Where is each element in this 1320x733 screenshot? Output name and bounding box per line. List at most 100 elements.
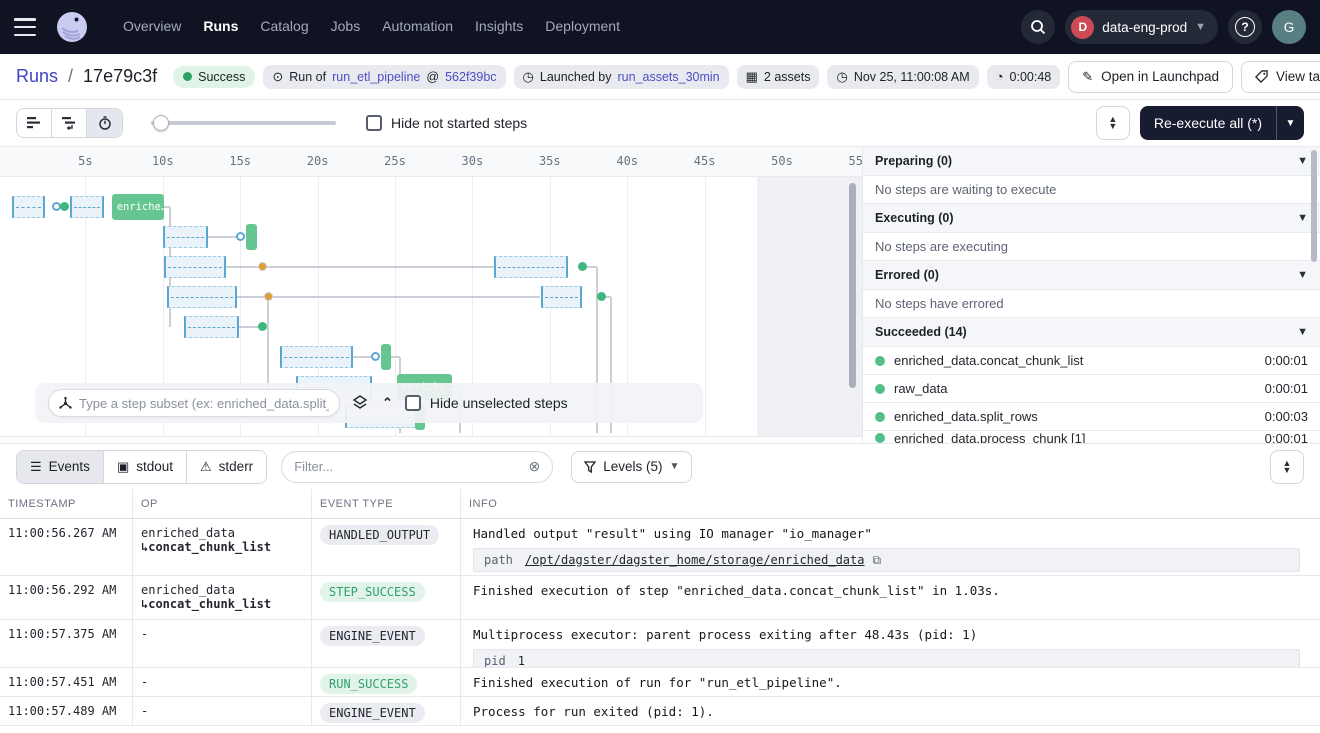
hamburger-menu-icon[interactable] (14, 17, 40, 37)
step-duration: 0:00:03 (1265, 409, 1308, 424)
hide-not-started-checkbox[interactable] (366, 115, 382, 131)
tag-link[interactable]: run_assets_30min (617, 70, 719, 84)
chevron-down-icon: ▼ (1195, 21, 1206, 33)
flat-view-button[interactable] (17, 109, 52, 137)
re-execute-dropdown-caret[interactable]: ▼ (1276, 106, 1304, 140)
tag-link[interactable]: run_etl_pipeline (332, 70, 420, 84)
event-type-cell: HANDLED_OUTPUT (312, 519, 461, 575)
gantt-view-mode-group (16, 108, 123, 138)
dashed-line (74, 207, 100, 208)
metadata-entry: pid1 (473, 649, 1300, 667)
nav-item-catalog[interactable]: Catalog (260, 18, 308, 34)
step-row[interactable]: enriched_data.split_rows0:00:03 (863, 403, 1320, 431)
collapse-overlay-chevron-icon[interactable]: ⌃ (382, 395, 393, 411)
chevron-down-icon: ▼ (1297, 269, 1308, 281)
step-row[interactable]: enriched_data.process_chunk [1]0:00:01 (863, 431, 1320, 443)
list-icon: ☰ (30, 459, 42, 475)
step-row[interactable]: enriched_data.concat_chunk_list0:00:01 (863, 347, 1320, 375)
tab-stdout[interactable]: ▣ stdout (104, 451, 187, 483)
step-bar[interactable] (381, 344, 391, 370)
workspace-switcher[interactable]: D data-eng-prod ▼ (1065, 10, 1218, 44)
run-tag: ⊙Run of run_etl_pipeline @ 562f39bc (263, 65, 505, 89)
success-marker-dot (578, 262, 587, 271)
chevron-down-icon: ▼ (669, 461, 679, 472)
expand-collapse-log-button[interactable]: ▲▼ (1270, 450, 1304, 484)
nav-item-jobs[interactable]: Jobs (331, 18, 361, 34)
copy-icon[interactable]: ⧉ (872, 553, 881, 568)
tab-Events[interactable]: ☰Events (17, 451, 104, 483)
timed-view-button[interactable] (87, 109, 122, 137)
open-in-launchpad-button[interactable]: ✎ Open in Launchpad (1068, 61, 1233, 93)
terminal-icon: ▣ (117, 459, 129, 475)
dependency-connector (262, 266, 494, 268)
tag-text: Nov 25, 11:00:08 AM (854, 70, 970, 84)
pending-step-box[interactable] (167, 286, 237, 308)
user-avatar[interactable]: G (1272, 10, 1306, 44)
step-row[interactable]: raw_data0:00:01 (863, 375, 1320, 403)
breadcrumb-runs-link[interactable]: Runs (16, 66, 58, 87)
run-tag: ◷Launched by run_assets_30min (514, 65, 729, 89)
pending-step-box[interactable] (184, 316, 238, 338)
pending-step-box[interactable] (12, 196, 45, 218)
tag-link[interactable]: 562f39bc (445, 70, 496, 84)
steps-panel-scrollbar[interactable] (1311, 150, 1317, 262)
event-message: Multiprocess executor: parent process ex… (473, 627, 1320, 642)
hide-unselected-checkbox[interactable] (405, 395, 421, 411)
pending-step-box[interactable] (164, 256, 226, 278)
clear-filter-icon[interactable]: ⊗ (528, 458, 540, 475)
gantt-scrollbar[interactable] (849, 183, 856, 388)
dagster-logo-icon[interactable] (56, 11, 88, 43)
nav-item-overview[interactable]: Overview (123, 18, 181, 34)
nav-item-insights[interactable]: Insights (475, 18, 523, 34)
step-section-header[interactable]: Errored (0)▼ (863, 261, 1320, 290)
step-section-header[interactable]: Preparing (0)▼ (863, 147, 1320, 176)
step-section-header[interactable]: Succeeded (14)▼ (863, 318, 1320, 347)
tag-icon (1255, 70, 1268, 83)
help-icon[interactable]: ? (1228, 10, 1262, 44)
nav-item-deployment[interactable]: Deployment (545, 18, 620, 34)
metadata-key: path (474, 553, 525, 567)
step-subset-input[interactable]: Type a step subset (ex: enriched_data.sp… (48, 389, 340, 417)
column-header: EVENT TYPE (312, 489, 461, 518)
pending-step-box[interactable] (70, 196, 104, 218)
step-section-header[interactable]: Executing (0)▼ (863, 204, 1320, 233)
success-dot-icon (183, 72, 192, 81)
pending-step-box[interactable] (494, 256, 568, 278)
metadata-path-link[interactable]: /opt/dagster/dagster_home/storage/enrich… (525, 553, 865, 567)
re-execute-button[interactable]: Re-execute all (*) ▼ (1140, 106, 1304, 140)
step-bar[interactable]: enriche… (112, 194, 165, 220)
graph-layers-icon[interactable] (352, 395, 368, 411)
event-type-badge: ENGINE_EVENT (320, 703, 425, 723)
op-subname: ↳concat_chunk_list (141, 597, 303, 611)
success-marker-dot (258, 322, 267, 331)
pending-step-box[interactable] (541, 286, 583, 308)
slider-knob[interactable] (153, 115, 169, 131)
funnel-icon (584, 461, 596, 473)
nav-item-automation[interactable]: Automation (382, 18, 453, 34)
pending-step-box[interactable] (163, 226, 208, 248)
filter-placeholder: Filter... (294, 459, 333, 474)
step-duration: 0:00:01 (1265, 431, 1308, 443)
tab-label: stdout (136, 459, 173, 474)
expand-collapse-panel-button[interactable]: ▲▼ (1096, 106, 1130, 140)
view-tags-config-button[interactable]: View tags and config (1241, 61, 1320, 93)
gantt-zoom-slider[interactable] (151, 115, 336, 131)
levels-dropdown-button[interactable]: Levels (5) ▼ (571, 451, 692, 483)
step-bar[interactable] (246, 224, 257, 250)
tab-stderr[interactable]: ⚠stderr (187, 451, 266, 483)
event-op: - (133, 668, 312, 696)
skipped-marker-dot (264, 292, 273, 301)
log-filter-input[interactable]: Filter... ⊗ (281, 451, 553, 483)
section-empty-message: No steps are executing (863, 233, 1320, 261)
hide-not-started-label: Hide not started steps (391, 115, 527, 131)
dependency-connector (208, 236, 240, 238)
pending-step-box[interactable] (280, 346, 353, 368)
run-id: 17e79c3f (83, 66, 157, 87)
success-dot-icon (875, 433, 885, 443)
op-name: - (141, 704, 303, 718)
waterfall-view-button[interactable] (52, 109, 87, 137)
event-log-row: 11:00:56.267 AMenriched_data↳concat_chun… (0, 519, 1320, 576)
nav-item-runs[interactable]: Runs (203, 18, 238, 34)
search-icon[interactable] (1021, 10, 1055, 44)
event-timestamp: 11:00:57.489 AM (0, 697, 133, 725)
